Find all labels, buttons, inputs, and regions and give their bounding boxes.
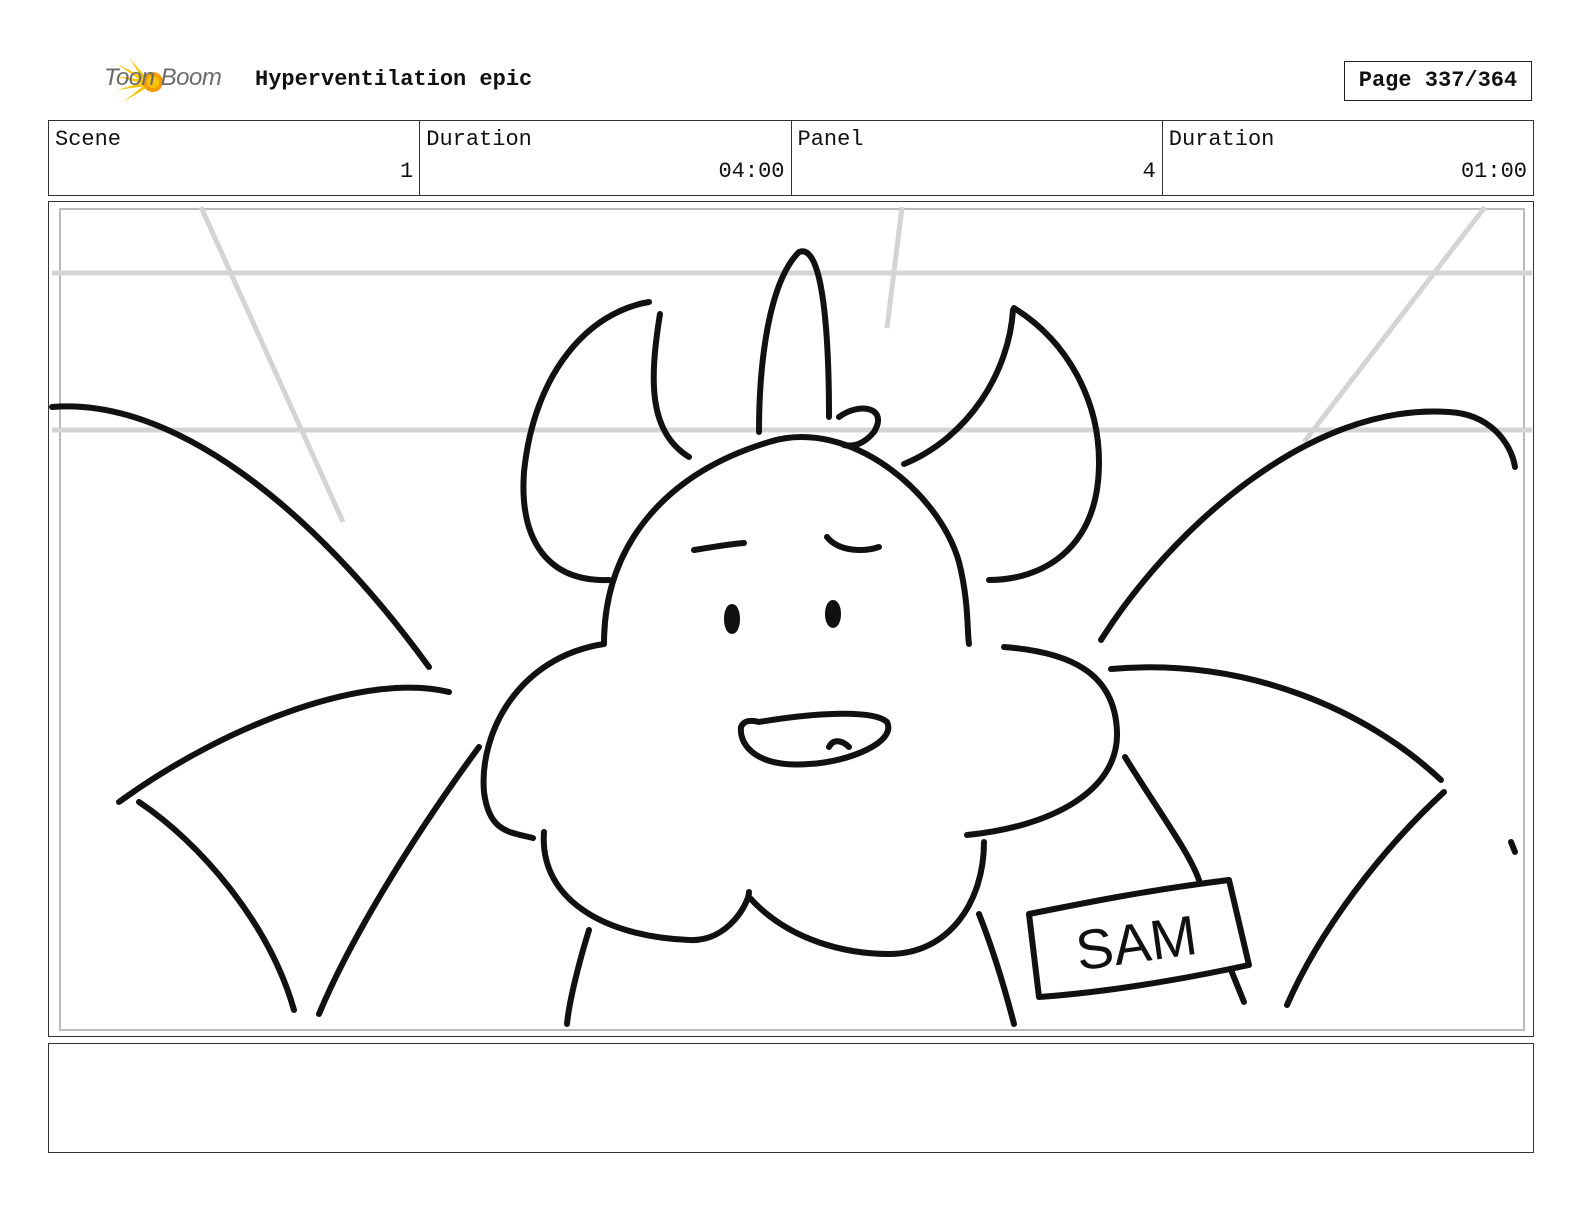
right-wing-top [1098, 408, 1518, 643]
torso-right-line [976, 911, 1017, 1027]
body-bottom-right-puff [746, 839, 987, 957]
panel-label: Panel [797, 127, 864, 152]
right-eyebrow [824, 534, 882, 553]
mouth [737, 710, 892, 768]
left-wing-top [49, 403, 432, 670]
panel-cell: Panel 4 [792, 121, 1163, 195]
lanyard-strap [1122, 754, 1202, 883]
head-antenna [756, 248, 832, 435]
name-tag-text: SAM [1072, 903, 1201, 982]
safe-frame [59, 208, 1525, 1031]
scene-duration-label: Duration [426, 127, 532, 152]
scene-duration-cell: Duration 04:00 [420, 121, 792, 195]
perspective-guides [52, 205, 1532, 524]
scene-info-table: Scene 1 Duration 04:00 Panel 4 Duration … [48, 120, 1534, 196]
hair-curl [836, 405, 882, 449]
page-indicator: Page 337/364 [1344, 61, 1532, 101]
left-wing-lower [136, 799, 297, 1013]
panel-sketch: SAM [49, 205, 1532, 1031]
left-wing-edge [316, 744, 482, 1017]
scene-value: 1 [400, 159, 414, 184]
body-left-puff [480, 641, 607, 841]
logo-wordmark: Toon Boom [104, 64, 222, 91]
panel-duration-value: 01:00 [1460, 159, 1527, 184]
scene-label: Scene [55, 127, 122, 152]
right-wing-edge [1284, 789, 1447, 1008]
lanyard-end [1228, 967, 1247, 1005]
right-wing-tip [1508, 839, 1518, 855]
left-ear-inner [650, 311, 692, 460]
right-wing-mid [1108, 664, 1444, 783]
scene-duration-value: 04:00 [718, 159, 785, 184]
tongue [826, 738, 852, 750]
storyboard-panel: SAM [48, 201, 1534, 1037]
scene-cell: Scene 1 [49, 121, 421, 195]
left-eye [724, 604, 740, 634]
panel-duration-label: Duration [1168, 127, 1275, 152]
torso-left-line [564, 927, 592, 1027]
panel-duration-cell: Duration 01:00 [1163, 121, 1533, 195]
right-eye [825, 600, 841, 628]
right-ear-inner [901, 307, 1016, 467]
body-right-puff [964, 644, 1121, 838]
panel-value: 4 [1142, 159, 1156, 184]
panel-notes-box[interactable] [48, 1043, 1534, 1153]
left-wing-mid [116, 684, 452, 805]
body-bottom-left-puff [540, 829, 752, 944]
head-outline [601, 434, 972, 647]
project-title: Hyperventilation epic [255, 67, 533, 92]
left-eyebrow [691, 540, 747, 553]
